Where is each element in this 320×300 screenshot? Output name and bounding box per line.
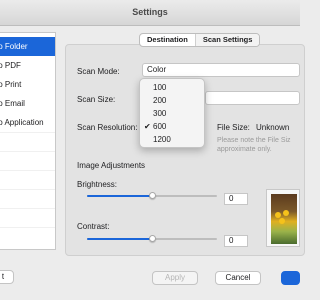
sidebar-empty-row — [0, 132, 55, 151]
tab-destination[interactable]: Destination — [140, 34, 195, 46]
scan-mode-label: Scan Mode: — [77, 67, 120, 76]
apply-button[interactable]: Apply — [152, 271, 198, 285]
tab-bar: Destination Scan Settings — [139, 33, 261, 47]
sidebar-item-email[interactable]: to Email — [0, 94, 55, 113]
resolution-option-label: 1200 — [153, 135, 171, 144]
file-size-label: File Size: — [217, 123, 250, 132]
brightness-value-field[interactable]: 0 — [224, 193, 248, 205]
sidebar-item-pdf[interactable]: to PDF — [0, 56, 55, 75]
resolution-option-100[interactable]: 100 — [140, 81, 204, 94]
resolution-option-200[interactable]: 200 — [140, 94, 204, 107]
preview-flower — [275, 212, 281, 218]
brightness-slider-fill — [87, 195, 152, 197]
window-title: Settings — [132, 7, 168, 17]
resolution-dropdown-menu: 100 200 300 ✔ 600 1200 — [139, 78, 205, 148]
image-adjustments-heading: Image Adjustments — [77, 161, 146, 170]
scan-mode-select[interactable]: Color — [142, 63, 300, 77]
preview-flower — [279, 218, 285, 224]
sidebar-empty-row — [0, 170, 55, 189]
file-size-note-line2: approximate only. — [217, 146, 272, 153]
cancel-button-label: Cancel — [225, 273, 251, 282]
title-bar: Settings — [0, 0, 300, 26]
file-size-note-line1: Please note the File Siz — [217, 137, 291, 144]
left-action-button[interactable]: t — [0, 270, 14, 284]
contrast-slider-thumb[interactable] — [148, 235, 156, 242]
resolution-option-label: 600 — [153, 122, 167, 131]
sidebar-item-print[interactable]: to Print — [0, 75, 55, 94]
brightness-label: Brightness: — [77, 180, 118, 189]
sidebar-empty-row — [0, 208, 55, 227]
cancel-button[interactable]: Cancel — [215, 271, 261, 285]
sidebar-item-label: to Folder — [0, 42, 28, 51]
sidebar-item-label: to Print — [0, 80, 22, 89]
file-size-value: Unknown — [256, 123, 290, 132]
sidebar-item-application[interactable]: to Application — [0, 113, 55, 132]
sidebar-item-label: to PDF — [0, 61, 21, 70]
scan-size-label: Scan Size: — [77, 95, 116, 104]
checkmark-icon: ✔ — [144, 122, 151, 131]
image-preview — [266, 189, 300, 247]
resolution-option-label: 200 — [153, 96, 167, 105]
resolution-option-300[interactable]: 300 — [140, 107, 204, 120]
sidebar: to Folder to PDF to Print to Email to Ap… — [0, 32, 56, 250]
resolution-option-label: 300 — [153, 109, 167, 118]
scan-mode-value: Color — [147, 65, 167, 74]
resolution-option-1200[interactable]: 1200 — [140, 133, 204, 146]
apply-button-label: Apply — [164, 273, 185, 282]
ok-button[interactable] — [281, 271, 300, 285]
sidebar-empty-row — [0, 227, 55, 246]
scan-size-select[interactable] — [205, 91, 300, 105]
contrast-value-field[interactable]: 0 — [224, 235, 248, 247]
preview-flower — [283, 210, 289, 216]
brightness-slider-thumb[interactable] — [148, 192, 156, 199]
resolution-option-600[interactable]: ✔ 600 — [140, 120, 204, 133]
brightness-value: 0 — [229, 194, 234, 203]
scan-resolution-label: Scan Resolution: — [77, 123, 138, 132]
sidebar-empty-row — [0, 151, 55, 170]
sidebar-item-label: to Application — [0, 118, 44, 127]
sidebar-empty-row — [0, 189, 55, 208]
contrast-label: Contrast: — [77, 222, 110, 231]
sidebar-item-label: to Email — [0, 99, 25, 108]
contrast-slider[interactable] — [87, 235, 217, 242]
resolution-option-label: 100 — [153, 83, 167, 92]
contrast-slider-fill — [87, 238, 152, 240]
tab-scan-settings[interactable]: Scan Settings — [194, 34, 260, 46]
left-action-button-label: t — [1, 272, 5, 281]
brightness-slider[interactable] — [87, 192, 217, 199]
sidebar-item-folder[interactable]: to Folder — [0, 37, 55, 56]
contrast-value: 0 — [229, 236, 234, 245]
